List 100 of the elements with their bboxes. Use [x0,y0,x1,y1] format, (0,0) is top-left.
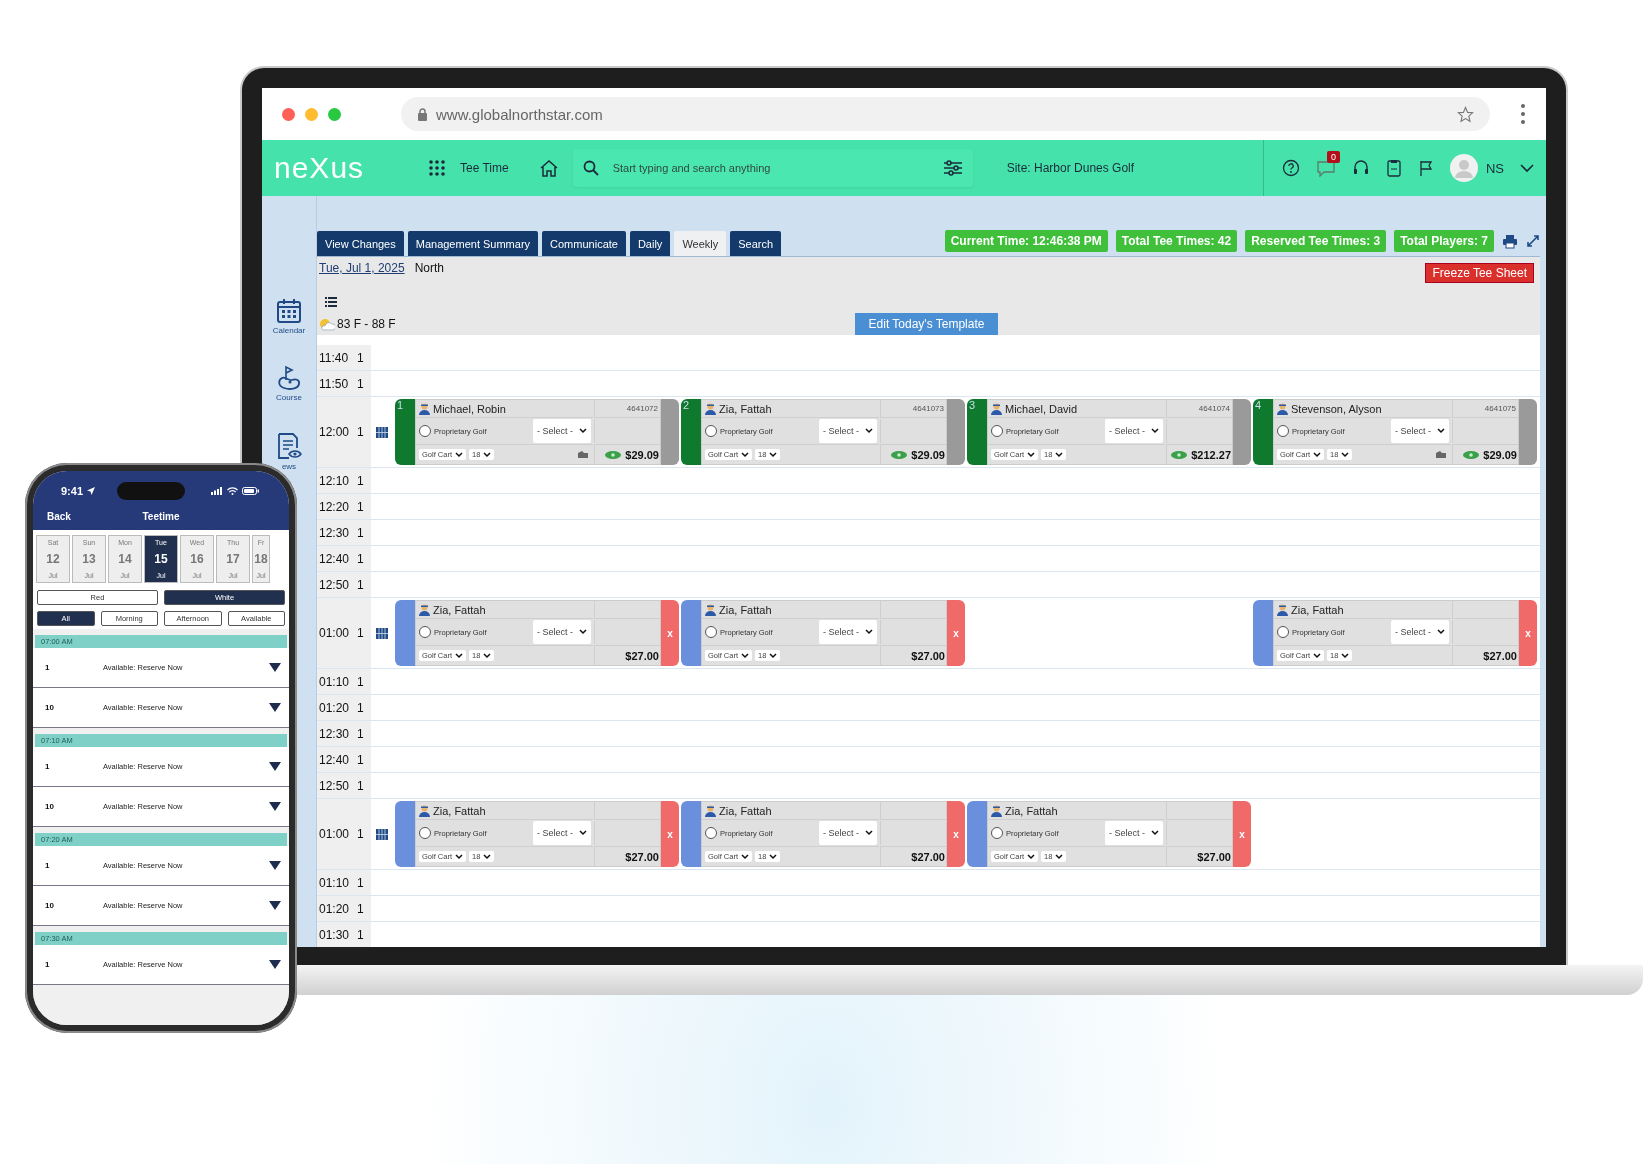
radio-button[interactable] [419,827,431,839]
player-name[interactable]: Zia, Fattah [719,603,772,616]
help-icon[interactable] [1281,159,1300,177]
rate-select[interactable]: - Select - [819,821,877,845]
id-cell [594,802,660,820]
address-bar[interactable]: www.globalnorthstar.com [401,97,1490,131]
dropdown-triangle-icon[interactable] [269,802,281,811]
move-grid-icon[interactable] [376,828,388,840]
dropdown-triangle-icon[interactable] [269,901,281,910]
eye-icon[interactable] [1463,450,1480,459]
player-name[interactable]: Zia, Fattah [719,804,772,817]
clipboard-icon[interactable] [1385,159,1402,177]
player-name[interactable]: Zia, Fattah [433,804,486,817]
golfer-icon [705,804,716,817]
golf-course-icon[interactable] [276,365,302,391]
dropdown-triangle-icon[interactable] [269,703,281,712]
search-bar[interactable]: Start typing and search anything [572,149,973,187]
list-icon[interactable] [325,297,337,307]
golfer-icon [705,402,716,415]
radio-button[interactable] [419,626,431,638]
tab[interactable]: Weekly [674,231,727,256]
radio-button[interactable] [705,827,717,839]
flag-icon[interactable] [1417,159,1434,177]
date-link[interactable]: Tue, Jul 1, 2025 [319,261,405,275]
calendar-icon[interactable] [276,298,302,324]
status-time: 9:41 [61,485,84,497]
radio-button[interactable] [1277,626,1289,638]
dropdown-triangle-icon[interactable] [269,663,281,672]
chat-icon[interactable] [1315,159,1336,177]
filter-sliders-icon[interactable] [942,160,963,176]
menu-icon[interactable] [1520,103,1526,125]
sidebar-label[interactable]: ews [281,462,297,471]
chevron-down-icon [579,830,587,836]
player-name[interactable]: Zia, Fattah [433,603,486,616]
minimize-dot[interactable] [305,107,318,121]
module-name[interactable]: Tee Time [460,161,509,175]
rate-select[interactable]: - Select - [1105,419,1163,443]
radio-button[interactable] [419,425,431,437]
chevron-down-icon [455,853,463,860]
move-grid-icon[interactable] [376,627,388,639]
player-name[interactable]: Zia, Fattah [719,402,772,415]
rate-select[interactable]: - Select - [819,419,877,443]
stat-badge: Total Tee Times: 42 [1115,230,1238,252]
back-link[interactable]: Back [47,511,143,522]
dropdown-triangle-icon[interactable] [269,960,281,969]
apps-grid-icon[interactable] [428,159,446,177]
dropdown-triangle-icon[interactable] [269,762,281,771]
tee-time: 01:10 [317,870,357,895]
player-name[interactable]: Michael, Robin [433,402,506,415]
expand-icon[interactable] [1526,234,1540,248]
status-stripe [681,600,701,666]
close-dot[interactable] [282,107,295,121]
freeze-button[interactable]: Freeze Tee Sheet [1425,263,1534,283]
chevron-down-icon[interactable] [1520,163,1534,173]
notification-badge: 0 [1326,151,1340,163]
rate-select[interactable]: - Select - [533,620,591,644]
tab[interactable]: Communicate [542,231,626,256]
rate-select[interactable]: - Select - [533,419,591,443]
radio-button[interactable] [991,425,1003,437]
move-grid-icon[interactable] [376,426,388,438]
tee-time: 01:00 [317,598,357,668]
rate-select[interactable]: - Select - [1105,821,1163,845]
home-icon[interactable] [538,159,559,177]
slot-count: 1 [357,799,371,869]
player-number: 1 [397,399,404,411]
headset-icon[interactable] [1351,159,1370,177]
rate-select[interactable]: - Select - [533,821,591,845]
tab[interactable]: View Changes [317,231,404,256]
radio-button[interactable] [705,626,717,638]
player-name[interactable]: Stevenson, Alyson [1291,402,1382,415]
tab[interactable]: Daily [629,231,671,256]
tab[interactable]: Management Summary [407,231,539,256]
status-stripe [1253,600,1273,666]
eye-icon[interactable] [605,450,622,459]
rate-select[interactable]: - Select - [1391,419,1449,443]
radio-button[interactable] [1277,425,1289,437]
rate-select[interactable]: - Select - [819,620,877,644]
player-count: 10 [45,901,55,910]
print-icon[interactable] [1502,233,1518,249]
sidebar-label[interactable]: Course [276,393,302,402]
document-eye-icon[interactable] [276,432,302,460]
tab[interactable]: Search [730,231,782,256]
chevron-down-icon [1313,451,1321,458]
radio-button[interactable] [991,827,1003,839]
dropdown-triangle-icon[interactable] [269,861,281,870]
player-name[interactable]: Zia, Fattah [1291,603,1344,616]
eye-icon[interactable] [891,450,908,459]
user-initials[interactable]: NS [1485,160,1504,176]
radio-button[interactable] [705,425,717,437]
slot-count: 1 [357,397,371,467]
maximize-dot[interactable] [328,107,341,121]
player-name[interactable]: Zia, Fattah [1005,804,1058,817]
stat-badge: Total Players: 7 [1394,230,1494,252]
eye-icon[interactable] [1171,450,1188,459]
bookmark-star-icon[interactable] [1457,105,1474,123]
search-field[interactable]: Start typing and search anything [610,161,931,175]
player-name[interactable]: Michael, David [1005,402,1078,415]
id-cell [594,601,660,619]
rate-select[interactable]: - Select - [1391,620,1449,644]
sidebar-label[interactable]: Calendar [272,326,306,335]
